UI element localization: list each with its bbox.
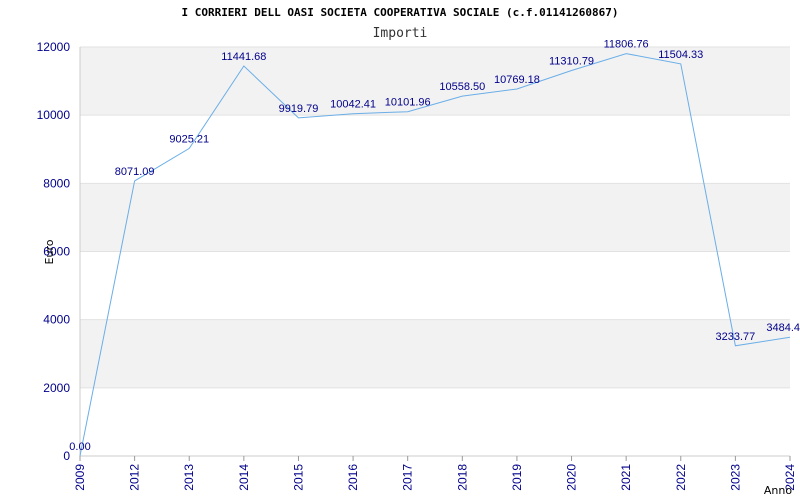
y-tick-label: 8000 <box>43 176 70 190</box>
x-tick-label: 2023 <box>728 464 742 491</box>
x-tick-label: 2020 <box>565 464 579 491</box>
background-band <box>80 251 790 320</box>
y-tick-label: 4000 <box>43 313 70 327</box>
chart: 020004000600080001000012000 2009 2012 2013… <box>37 6 800 497</box>
background-band <box>80 319 790 388</box>
data-label: 10558.50 <box>439 81 485 93</box>
y-axis-label: Euro <box>43 239 56 264</box>
x-axis-label: Anno <box>764 484 792 497</box>
x-tick-label: 2022 <box>674 464 688 491</box>
data-label: 9025.21 <box>169 133 209 145</box>
data-label: 11806.76 <box>604 39 649 51</box>
x-tick-label: 2018 <box>455 464 469 491</box>
data-label: 9919.79 <box>279 103 319 115</box>
data-label: 8071.09 <box>115 166 155 178</box>
x-tick-label: 2015 <box>291 464 305 491</box>
y-tick-label: 12000 <box>37 40 71 54</box>
x-tick-label: 2021 <box>619 464 633 491</box>
data-label: 3484.4 <box>766 322 800 334</box>
y-tick-label: 2000 <box>43 381 70 395</box>
background-band <box>80 387 790 456</box>
x-tick-label: 2013 <box>182 464 196 491</box>
x-tick-label: 2014 <box>237 464 251 491</box>
y-tick-label: 10000 <box>37 108 71 122</box>
x-tick-labels: 2009 2012 2013 2014 2015 2016 2017 2018 2019 2020… <box>73 456 797 491</box>
x-tick-label: 2009 <box>73 464 87 491</box>
data-label: 10101.96 <box>385 97 431 109</box>
data-label: 10042.41 <box>330 99 376 111</box>
background-band <box>80 115 790 184</box>
data-label: 0.00 <box>69 441 90 453</box>
x-tick-label: 2017 <box>401 464 415 491</box>
chart-subtitle: Importi <box>373 26 428 41</box>
data-label: 11441.68 <box>221 51 266 63</box>
chart-title: I CORRIERI DELL OASI SOCIETA COOPERATIVA… <box>181 6 618 19</box>
x-tick-label: 2019 <box>510 464 524 491</box>
data-label: 11310.79 <box>549 55 594 67</box>
data-label: 10769.18 <box>494 74 540 86</box>
background-band <box>80 183 790 252</box>
data-label: 3233.77 <box>716 331 756 343</box>
x-tick-label: 2012 <box>128 464 142 491</box>
x-tick-label: 2016 <box>346 464 360 491</box>
data-label: 11504.33 <box>658 49 703 61</box>
